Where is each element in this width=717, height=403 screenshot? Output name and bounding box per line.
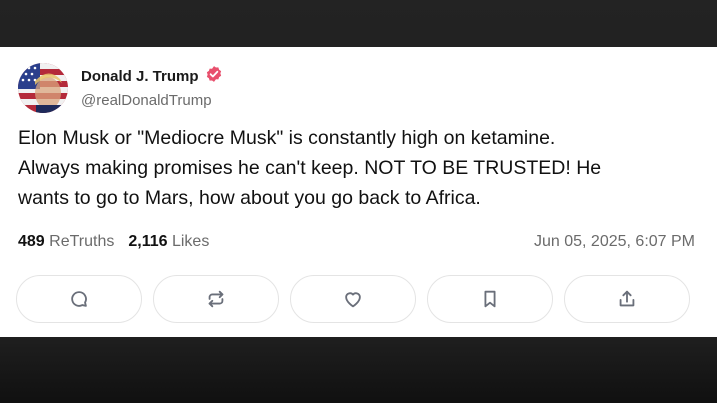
post-stats: 489 ReTruths 2,116 Likes (18, 233, 209, 251)
post-timestamp: Jun 05, 2025, 6:07 PM (534, 233, 695, 250)
retruths-count: 489 (18, 233, 45, 250)
heart-icon (345, 292, 361, 308)
avatar[interactable] (18, 63, 68, 113)
repost-icon (208, 290, 224, 308)
retruths-stat[interactable]: 489 ReTruths (18, 233, 114, 251)
retruths-label: ReTruths (49, 233, 115, 250)
post-text-line: Elon Musk or "Mediocre Musk" is constant… (18, 127, 556, 149)
author-name-row: Donald J. Trump (81, 65, 223, 88)
avatar-image (18, 63, 68, 113)
post-body: Elon Musk or "Mediocre Musk" is constant… (18, 123, 708, 213)
retruth-button[interactable] (153, 275, 279, 323)
verified-badge-icon (205, 65, 223, 88)
author-block: Donald J. Trump @realDonaldTrump (81, 65, 223, 109)
post-card: Donald J. Trump @realDonaldTrump Elon Mu… (0, 47, 717, 337)
reply-button[interactable] (16, 275, 142, 323)
post-text-line: Always making promises he can't keep. NO… (18, 157, 602, 179)
likes-stat[interactable]: 2,116 Likes (128, 233, 209, 251)
bottom-backdrop (0, 337, 717, 403)
post-text-line: wants to go to Mars, how about you go ba… (18, 187, 481, 209)
share-button[interactable] (564, 275, 690, 323)
likes-count: 2,116 (128, 233, 168, 250)
screenshot-frame: Donald J. Trump @realDonaldTrump Elon Mu… (0, 0, 717, 403)
author-display-name[interactable]: Donald J. Trump (81, 68, 199, 85)
post-actions-bar (16, 275, 690, 323)
share-icon (619, 290, 635, 307)
likes-label: Likes (171, 233, 210, 250)
author-handle[interactable]: @realDonaldTrump (81, 92, 223, 109)
like-button[interactable] (290, 275, 416, 323)
bookmark-button[interactable] (427, 275, 553, 323)
bookmark-icon (484, 290, 496, 308)
comment-icon (71, 291, 87, 307)
